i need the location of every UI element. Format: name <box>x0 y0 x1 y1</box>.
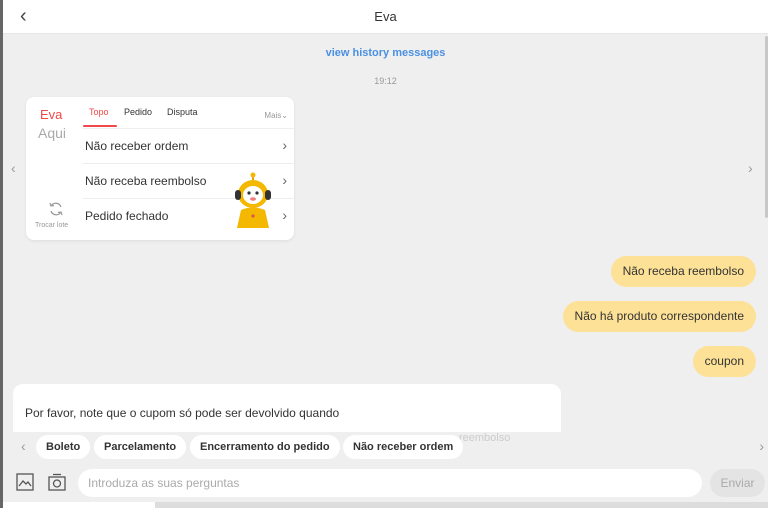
user-message-bubble: Não receba reembolso <box>610 256 756 287</box>
chevron-right-icon: › <box>282 137 287 153</box>
bot-message-bubble: Por favor, note que o cupom só pode ser … <box>13 384 561 432</box>
tab-disputa[interactable]: Disputa <box>167 107 198 117</box>
header: ‹ Eva <box>3 0 768 34</box>
question-input[interactable] <box>78 469 702 497</box>
refresh-label[interactable]: Trocar lote <box>35 222 68 229</box>
timestamp: 19:12 <box>374 76 397 86</box>
chevron-right-icon[interactable]: › <box>748 160 753 176</box>
more-label: Mais <box>264 111 282 120</box>
quick-replies-bar: reembolso ‹ Boleto Parcelamento Encerram… <box>3 432 768 462</box>
chat-app: ‹ Eva view history messages 19:12 ‹ › Ev… <box>0 0 768 508</box>
bottom-scrollbar-thumb[interactable] <box>3 502 155 508</box>
card-tabs: Topo Pedido Disputa Mais⌄ <box>83 107 288 127</box>
chat-area[interactable]: view history messages 19:12 ‹ › Eva Aqui… <box>3 34 768 432</box>
refresh-icon[interactable] <box>48 201 64 217</box>
quick-reply-chip[interactable]: Encerramento do pedido <box>190 435 340 459</box>
faq-item-label: Não receba reembolso <box>85 174 207 188</box>
tab-topo[interactable]: Topo <box>89 107 109 117</box>
chevron-left-icon[interactable]: ‹ <box>21 438 26 454</box>
page-title: Eva <box>374 9 397 24</box>
faq-card: Eva Aqui Trocar lote Topo Pedido Disputa… <box>26 97 294 240</box>
chevron-right-icon: › <box>282 172 287 188</box>
chevron-down-icon: ⌄ <box>281 111 288 120</box>
chevron-left-icon[interactable]: ‹ <box>11 160 16 176</box>
overflow-text: reembolso <box>459 432 511 444</box>
active-tab-indicator <box>83 125 117 127</box>
tab-pedido[interactable]: Pedido <box>124 107 152 117</box>
faq-item-label: Pedido fechado <box>85 209 169 223</box>
faq-item-label: Não receber ordem <box>85 139 189 153</box>
brand-subtitle: Aqui <box>38 125 67 141</box>
quick-reply-chip[interactable]: Parcelamento <box>94 435 187 459</box>
faq-item[interactable]: Não receber ordem › <box>83 129 294 163</box>
camera-icon[interactable] <box>47 472 67 492</box>
robot-mascot-icon <box>235 172 271 228</box>
quick-reply-chip[interactable]: Não receber ordem <box>343 435 464 459</box>
chevron-right-icon[interactable]: › <box>759 438 764 454</box>
brand-name: Eva <box>40 107 63 122</box>
send-button[interactable]: Enviar <box>710 469 765 497</box>
more-dropdown[interactable]: Mais⌄ <box>264 111 288 120</box>
input-bar: Enviar <box>3 462 768 502</box>
bot-message-text: Por favor, note que o cupom só pode ser … <box>25 406 340 420</box>
image-upload-icon[interactable] <box>15 472 35 492</box>
user-message-bubble: Não há produto correspondente <box>562 301 756 332</box>
chevron-right-icon: › <box>282 207 287 223</box>
quick-reply-chip[interactable]: Boleto <box>36 435 91 459</box>
view-history-link[interactable]: view history messages <box>3 47 768 59</box>
user-message-bubble: coupon <box>692 346 756 377</box>
